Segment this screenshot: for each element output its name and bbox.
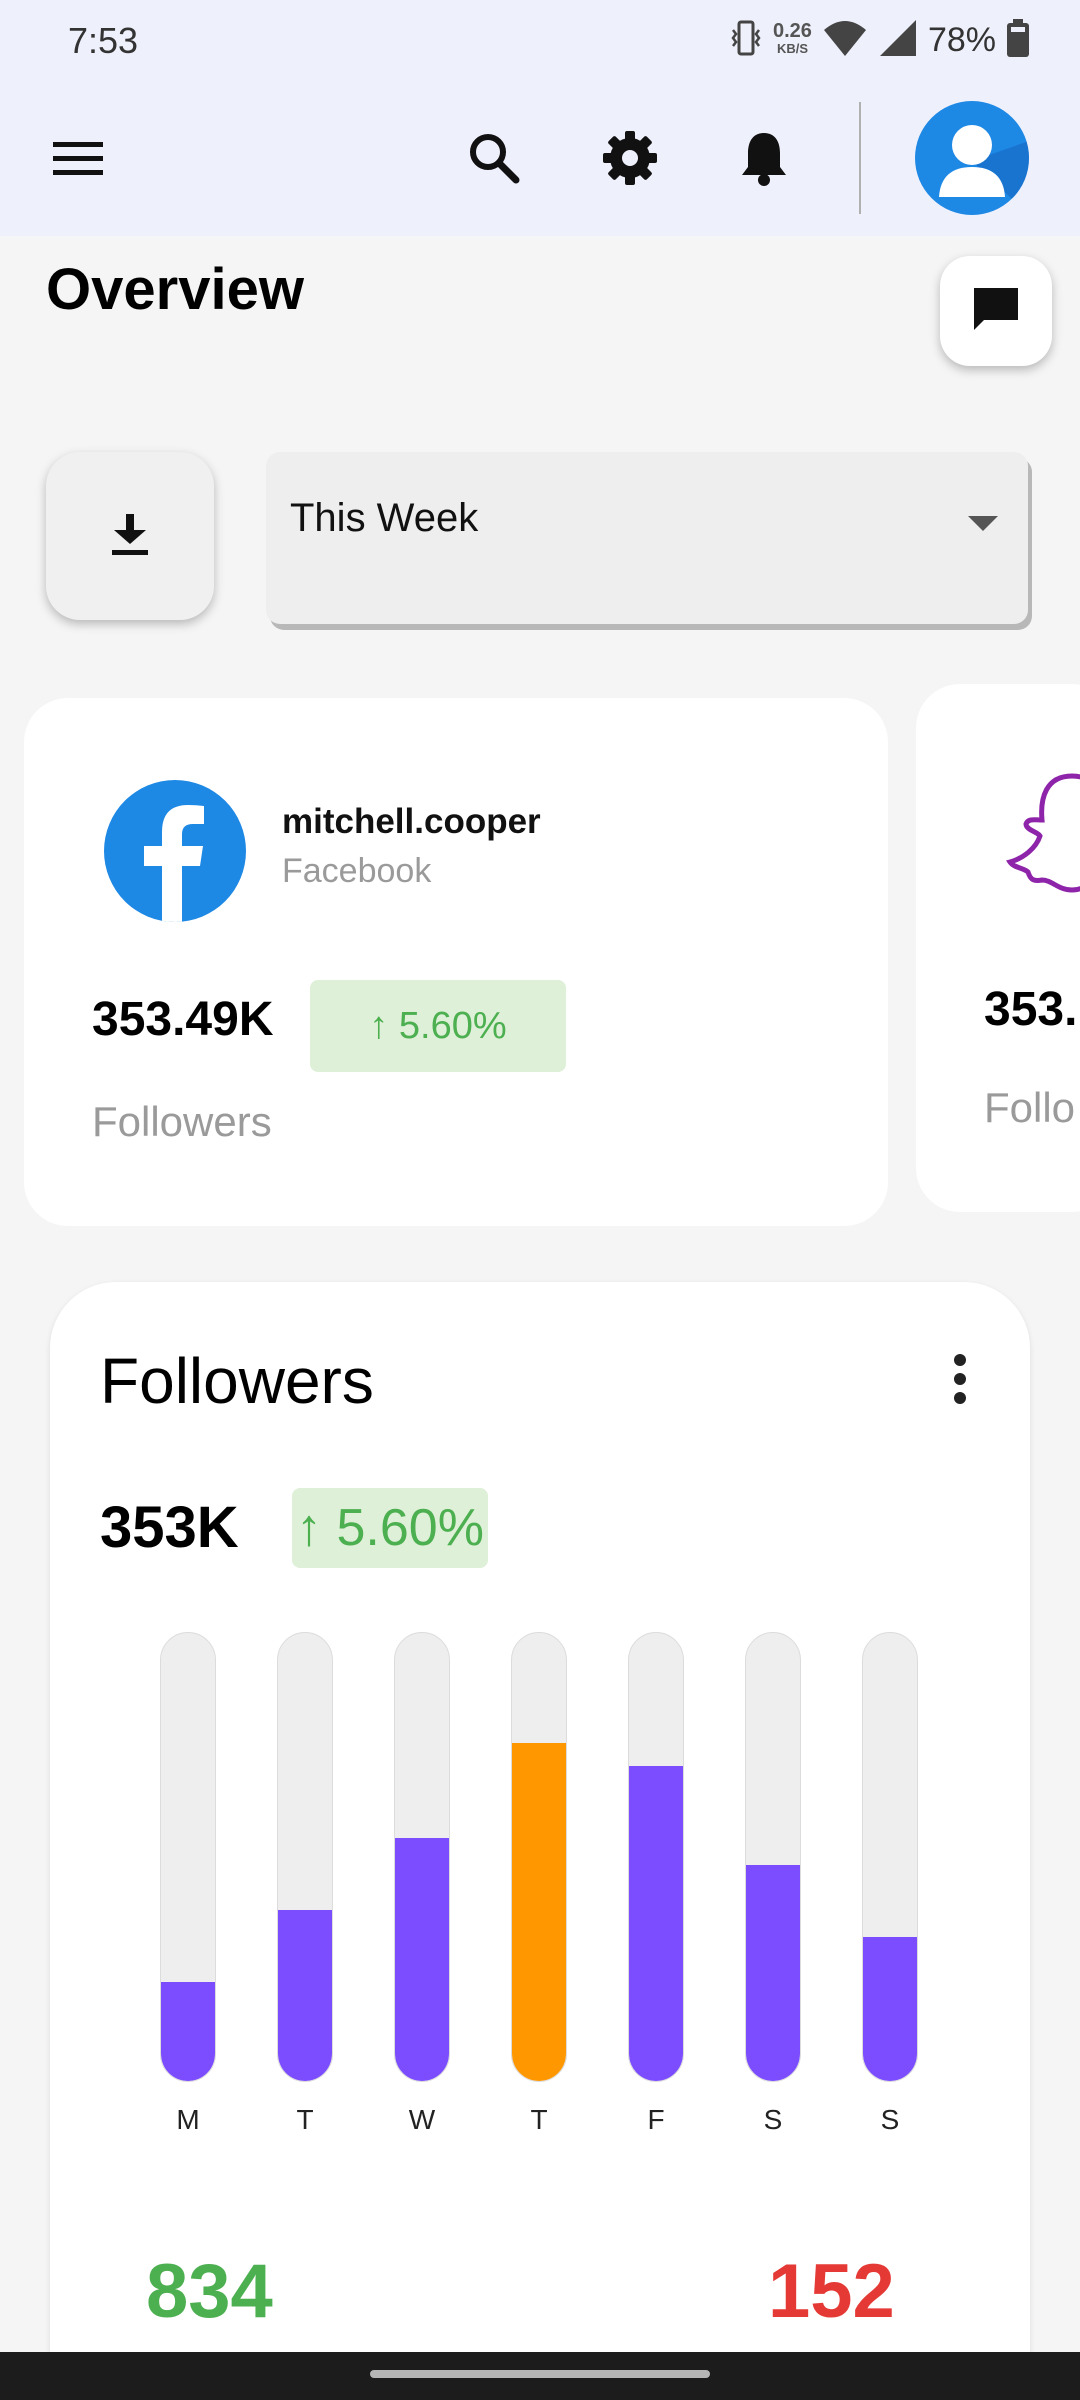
bell-icon[interactable] <box>734 128 794 188</box>
gear-icon[interactable] <box>600 128 660 188</box>
account-change-badge: ↑ 5.60% <box>310 980 566 1072</box>
battery-percent: 78% <box>927 20 996 59</box>
chart-change-badge: ↑ 5.60% <box>292 1488 488 1568</box>
bar-fill <box>629 1766 683 2081</box>
account-username: mitchell.cooper <box>282 802 541 841</box>
chart-title: Followers <box>100 1345 374 1417</box>
status-time: 7:53 <box>68 20 139 61</box>
period-value: This Week <box>290 496 479 540</box>
status-bar: 7:53 0.26 KB/S 78% <box>0 0 1080 80</box>
account-card-facebook[interactable]: mitchell.cooper Facebook 353.49K ↑ 5.60%… <box>24 698 888 1226</box>
bar-fill <box>512 1743 566 2081</box>
menu-icon[interactable] <box>48 128 108 188</box>
followers-chart-card: Followers 353K ↑ 5.60% M T W T F S S 834 152 <box>50 1282 1030 2400</box>
status-icons: 0.26 KB/S 78% <box>729 16 1030 64</box>
chat-button[interactable] <box>940 256 1052 366</box>
bar-fill <box>863 1937 917 2081</box>
chart-total: 353K <box>100 1495 239 1560</box>
period-dropdown[interactable]: This Week <box>266 452 1028 624</box>
system-nav-bar <box>0 2352 1080 2400</box>
bar-fill <box>278 1910 332 2081</box>
vibrate-icon <box>729 18 763 63</box>
bar-track[interactable] <box>394 1632 450 2082</box>
account-followers-count: 353. <box>984 983 1078 1036</box>
avatar-icon[interactable] <box>915 101 1029 215</box>
account-followers-count: 353.49K <box>92 993 274 1046</box>
battery-icon <box>1006 18 1030 63</box>
home-gesture-handle[interactable] <box>370 2370 710 2378</box>
bar-label: S <box>763 2104 783 2135</box>
account-card-snapchat[interactable]: 353. Follo <box>916 684 1080 1212</box>
stat-left: 834 <box>146 2249 273 2334</box>
bar-label: W <box>408 2104 436 2135</box>
account-followers-label: Followers <box>92 1098 272 1145</box>
bar-label: M <box>176 2104 200 2135</box>
chat-icon <box>972 286 1020 337</box>
bar-label: S <box>880 2104 900 2135</box>
facebook-icon <box>104 780 246 922</box>
network-speed: 0.26 KB/S <box>773 20 812 56</box>
bar-label: T <box>296 2104 314 2135</box>
bar-fill <box>161 1982 215 2081</box>
bar-track[interactable] <box>160 1632 216 2082</box>
snapchat-icon <box>1002 768 1080 903</box>
cellular-signal-icon <box>878 18 918 63</box>
wifi-icon <box>822 18 868 63</box>
account-platform: Facebook <box>282 852 432 890</box>
bar-track[interactable] <box>628 1632 684 2082</box>
download-button[interactable] <box>46 452 214 620</box>
bar-track[interactable] <box>745 1632 801 2082</box>
bar-track[interactable] <box>277 1632 333 2082</box>
bar-fill <box>395 1838 449 2081</box>
bar-chart: MTWTFSS <box>160 1632 970 2135</box>
bar-track[interactable] <box>511 1632 567 2082</box>
app-bar-divider <box>859 102 861 214</box>
stat-right: 152 <box>768 2249 895 2334</box>
page-title: Overview <box>46 257 304 322</box>
search-icon[interactable] <box>464 128 524 188</box>
download-icon <box>110 512 150 561</box>
bar-label: F <box>647 2104 665 2135</box>
bar-label: T <box>530 2104 548 2135</box>
bar-track[interactable] <box>862 1632 918 2082</box>
app-bar <box>0 80 1080 236</box>
account-followers-label: Follo <box>984 1084 1076 1131</box>
more-options-icon[interactable] <box>950 1354 970 1404</box>
bar-fill <box>746 1865 800 2081</box>
chevron-down-icon <box>968 516 998 531</box>
